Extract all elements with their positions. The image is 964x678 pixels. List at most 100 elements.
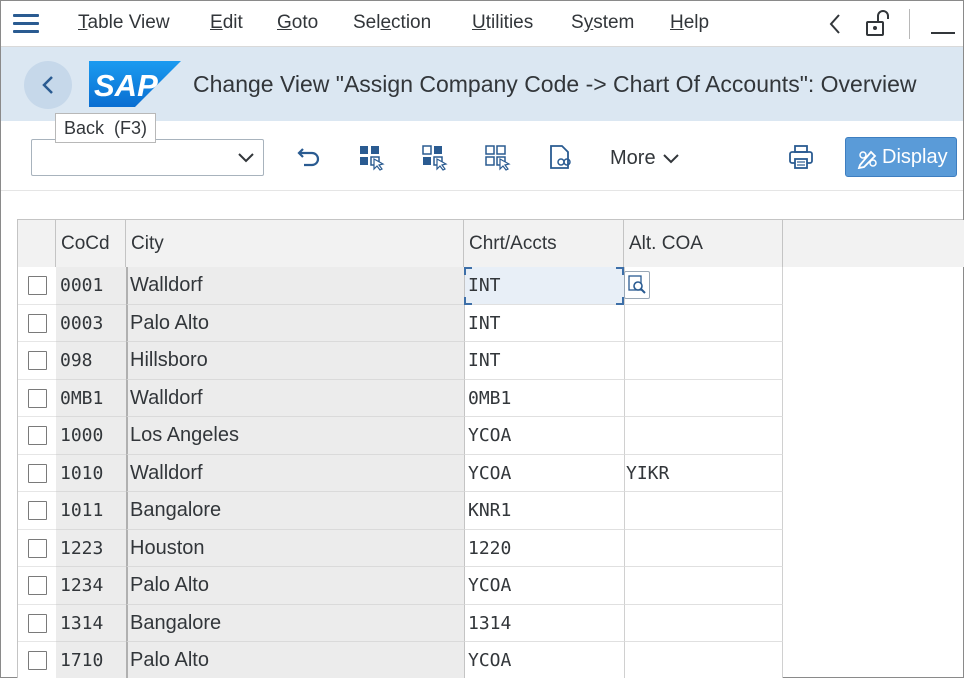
row-selector[interactable] [18,604,56,642]
column-header-city[interactable]: City [126,220,464,267]
cell-cocd: 1314 [56,604,126,642]
cell-chart-of-accounts[interactable]: YCOA [464,642,624,678]
select-block-icon[interactable] [420,143,448,171]
cell-alt-coa[interactable] [624,604,783,642]
cell-alt-coa[interactable] [624,567,783,605]
cell-chart-of-accounts[interactable]: 1314 [464,604,624,642]
cell-cocd: 1010 [56,454,126,492]
chevron-down-icon [662,154,679,164]
cell-chart-of-accounts[interactable]: INT [464,267,624,305]
menu-goto[interactable]: Goto [277,12,318,34]
menu-help[interactable]: Help [670,12,709,34]
cell-city: Palo Alto [126,567,464,605]
row-checkbox[interactable] [28,351,47,370]
table-row: 0001 Walldorf INT [18,267,964,305]
back-tooltip: Back (F3) [55,113,157,143]
column-header-empty [783,220,964,267]
table-row: 1000 Los Angeles YCOA [18,417,964,455]
cell-cocd: 0001 [56,267,126,305]
document-search-icon[interactable] [546,143,574,171]
row-selector[interactable] [18,529,56,567]
row-checkbox[interactable] [28,538,47,558]
cell-chart-of-accounts[interactable]: YCOA [464,567,624,605]
cell-chart-of-accounts[interactable]: 0MB1 [464,379,624,417]
row-selector[interactable] [18,567,56,605]
minimize-icon[interactable] [931,32,955,34]
row-selector[interactable] [18,379,56,417]
row-checkbox[interactable] [28,388,47,408]
select-all-column-header[interactable] [18,220,56,267]
column-header-chart-of-accounts[interactable]: Chrt/Accts [464,220,624,267]
command-field[interactable] [31,139,264,176]
table-row: 1011 Bangalore KNR1 [18,492,964,530]
chevron-down-icon [238,153,254,163]
back-button[interactable] [24,61,72,109]
row-checkbox[interactable] [28,613,47,633]
undo-icon[interactable] [295,143,323,171]
cell-city: Walldorf [126,454,464,492]
display-label: Display [882,146,948,168]
row-checkbox[interactable] [28,313,47,333]
row-checkbox[interactable] [28,576,47,595]
cell-city: Houston [126,529,464,567]
table-row: 098 Hillsboro INT [18,342,964,380]
row-selector[interactable] [18,304,56,342]
select-all-icon[interactable] [357,143,385,171]
unlock-icon[interactable] [864,9,890,37]
cell-alt-coa[interactable] [624,304,783,342]
table-row: 1223 Houston 1220 [18,529,964,567]
row-checkbox[interactable] [28,501,47,520]
cell-cocd: 1011 [56,492,126,530]
value-help-button[interactable] [624,271,650,299]
menu-table-view[interactable]: Table View [78,12,170,34]
title-bar: SAP Change View "Assign Company Code -> … [1,47,963,121]
more-button[interactable]: More [610,147,680,170]
cell-chart-of-accounts[interactable]: INT [464,342,624,380]
menu-utilities[interactable]: Utilities [472,12,533,34]
chevron-left-icon[interactable] [825,11,845,37]
cell-alt-coa[interactable]: YIKR [624,454,783,492]
row-selector[interactable] [18,417,56,455]
cell-chart-of-accounts[interactable]: YCOA [464,417,624,455]
row-selector[interactable] [18,342,56,380]
value-help-icon [628,275,646,294]
column-header-cocd[interactable]: CoCd [56,220,126,267]
row-selector[interactable] [18,492,56,530]
cell-alt-coa[interactable] [624,642,783,678]
cell-city: Palo Alto [126,304,464,342]
cell-chart-of-accounts[interactable]: 1220 [464,529,624,567]
menu-separator [909,9,910,39]
hamburger-menu-icon[interactable] [13,14,39,34]
table-row: 0MB1 Walldorf 0MB1 [18,379,964,417]
row-checkbox[interactable] [28,426,47,445]
table-row: 1314 Bangalore 1314 [18,604,964,642]
deselect-all-icon[interactable] [483,143,511,171]
table-row: 1010 Walldorf YCOA YIKR [18,454,964,492]
cell-chart-of-accounts[interactable]: KNR1 [464,492,624,530]
cell-alt-coa[interactable] [624,492,783,530]
row-checkbox[interactable] [28,276,47,295]
table-row: 1234 Palo Alto YCOA [18,567,964,605]
menu-selection[interactable]: Selection [353,12,431,34]
row-checkbox[interactable] [28,651,47,670]
row-selector[interactable] [18,454,56,492]
cell-alt-coa[interactable] [624,529,783,567]
cell-alt-coa[interactable] [624,379,783,417]
cell-chart-of-accounts[interactable]: YCOA [464,454,624,492]
menu-system[interactable]: System [571,12,634,34]
print-icon[interactable] [787,143,815,171]
display-button[interactable]: Display [845,137,957,177]
column-header-alt-coa[interactable]: Alt. COA [624,220,783,267]
cell-cocd: 098 [56,342,126,380]
svg-text:SAP: SAP [94,68,158,103]
cell-alt-coa[interactable] [624,417,783,455]
cell-chart-of-accounts[interactable]: INT [464,304,624,342]
cell-city: Bangalore [126,604,464,642]
menu-edit[interactable]: Edit [210,12,243,34]
row-checkbox[interactable] [28,463,47,483]
cell-city: Palo Alto [126,642,464,678]
cell-cocd: 1000 [56,417,126,455]
row-selector[interactable] [18,267,56,305]
row-selector[interactable] [18,642,56,678]
cell-alt-coa[interactable] [624,342,783,380]
